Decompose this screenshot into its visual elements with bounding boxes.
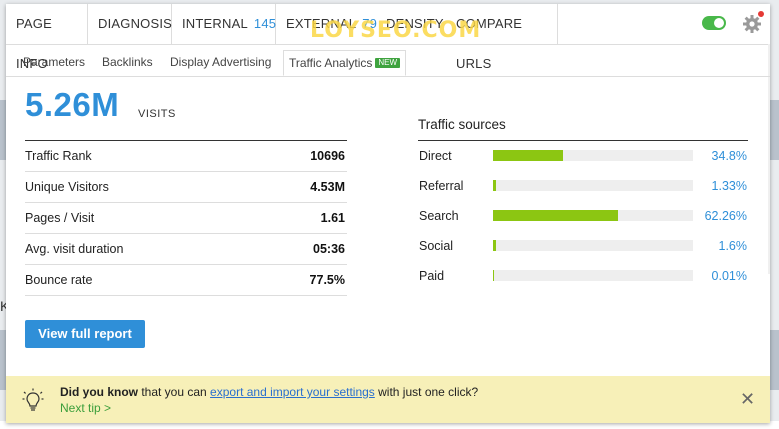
tip-bar: Did you know that you can export and imp…: [6, 376, 770, 423]
tab-diagnosis[interactable]: DIAGNOSIS: [88, 4, 172, 44]
extension-toggle[interactable]: [702, 16, 726, 30]
watermark-logo: LOYSEO.COM: [310, 18, 482, 43]
source-percent: 34.8%: [711, 149, 747, 163]
close-icon[interactable]: ✕: [740, 390, 755, 408]
subtab-parameters[interactable]: Parameters: [18, 50, 90, 76]
tip-text-1: that you can: [138, 385, 211, 399]
source-label: Direct: [419, 149, 452, 163]
subtab-display-advertising[interactable]: Display Advertising: [165, 50, 276, 76]
metric-row: Bounce rate 77.5%: [25, 265, 347, 296]
tab-label: INTERNAL: [182, 16, 248, 31]
subtab-label: Backlinks: [102, 55, 153, 69]
source-label: Search: [419, 209, 459, 223]
source-bar-track: [493, 180, 693, 191]
subtab-backlinks[interactable]: Backlinks: [97, 50, 158, 76]
metric-row: Traffic Rank 10696: [25, 141, 347, 172]
source-label: Referral: [419, 179, 464, 193]
view-full-report-button[interactable]: View full report: [25, 320, 145, 348]
lightbulb-icon: [22, 388, 44, 411]
subtab-label: Parameters: [23, 55, 86, 69]
tab-internal[interactable]: INTERNAL 145: [172, 4, 276, 44]
source-label: Social: [419, 239, 454, 253]
source-row: Social 1.6%: [418, 231, 748, 261]
source-percent: 1.33%: [711, 179, 747, 193]
metric-value: 1.61: [320, 211, 345, 225]
export-import-settings-link[interactable]: export and import your settings: [210, 385, 375, 399]
tab-label: DIAGNOSIS: [98, 16, 173, 31]
next-tip-link[interactable]: Next tip >: [60, 401, 111, 415]
metric-label: Avg. visit duration: [25, 242, 124, 256]
scrollbar[interactable]: [768, 44, 770, 274]
visits-label: VISITS: [138, 108, 176, 120]
seo-extension-panel: PAGE INFO DIAGNOSIS INTERNAL 145 EXTERNAL…: [6, 4, 770, 423]
internal-count: 145: [253, 16, 277, 31]
source-bar-fill: [493, 210, 618, 221]
subtab-label: Traffic Analytics: [289, 56, 373, 70]
top-navigation: PAGE INFO DIAGNOSIS INTERNAL 145 EXTERNAL…: [6, 4, 770, 71]
metric-value: 77.5%: [309, 273, 345, 287]
metric-label: Traffic Rank: [25, 149, 92, 163]
source-row: Referral 1.33%: [418, 171, 748, 201]
new-badge: NEW: [375, 58, 401, 68]
source-bar-fill: [493, 150, 563, 161]
source-bar-track: [493, 210, 693, 221]
metrics-table: Traffic Rank 10696 Unique Visitors 4.53M…: [25, 140, 347, 296]
source-bar-track: [493, 150, 693, 161]
tip-text-2: with just one click?: [374, 385, 479, 399]
metric-label: Unique Visitors: [25, 180, 109, 194]
metric-value: 10696: [310, 149, 345, 163]
gear-icon[interactable]: [742, 14, 762, 34]
source-bar-fill: [493, 180, 496, 191]
tip-message: Did you know that you can export and imp…: [60, 385, 478, 399]
traffic-sources-title: Traffic sources: [418, 117, 506, 132]
tip-bold: Did you know: [60, 385, 138, 399]
source-label: Paid: [419, 269, 445, 283]
source-row: Direct 34.8%: [418, 141, 748, 171]
subtab-traffic-analytics[interactable]: Traffic Analytics NEW: [283, 50, 407, 76]
metric-row: Avg. visit duration 05:36: [25, 234, 347, 265]
tab-page-info[interactable]: PAGE INFO: [6, 4, 88, 71]
source-row: Search 62.26%: [418, 201, 748, 231]
source-percent: 1.6%: [718, 239, 748, 253]
metric-label: Pages / Visit: [25, 211, 95, 225]
source-bar-track: [493, 270, 693, 281]
metric-value: 05:36: [313, 242, 345, 256]
metric-label: Bounce rate: [25, 273, 93, 287]
source-percent: 62.26%: [704, 209, 747, 223]
notification-dot: [758, 11, 764, 17]
metric-value: 4.53M: [310, 180, 345, 194]
source-row: Paid 0.01%: [418, 261, 748, 291]
source-bar-fill: [493, 240, 497, 251]
subtabs: Parameters Backlinks Display Advertising…: [6, 50, 770, 77]
source-bar-fill: [493, 270, 494, 281]
metric-row: Unique Visitors 4.53M: [25, 172, 347, 203]
metric-row: Pages / Visit 1.61: [25, 203, 347, 234]
source-percent: 0.01%: [711, 269, 747, 283]
traffic-sources-list: Direct 34.8% Referral 1.33% Search 62.26…: [418, 140, 748, 291]
subtab-label: Display Advertising: [170, 55, 272, 69]
source-bar-track: [493, 240, 693, 251]
visits-value: 5.26M: [25, 86, 120, 123]
